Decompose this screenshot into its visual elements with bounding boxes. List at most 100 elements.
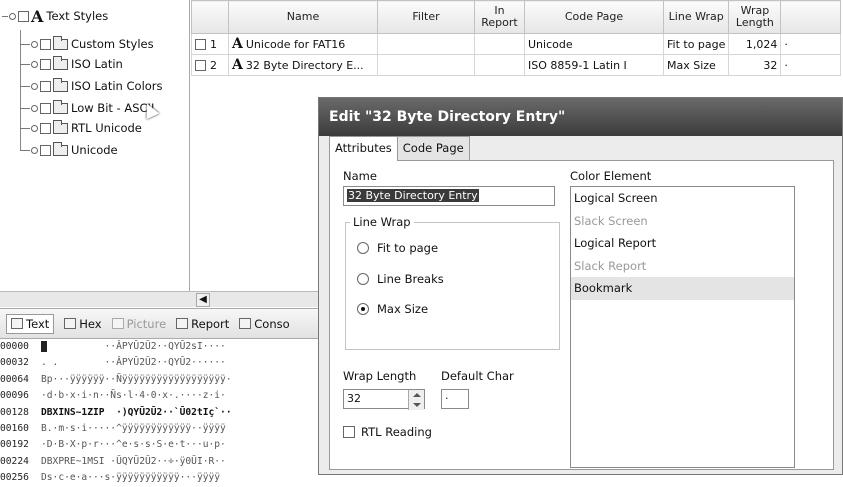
dialog-tabs: Attributes Code Page [329, 136, 470, 161]
tree-item-rtl-unicode[interactable]: RTL Unicode [20, 118, 142, 138]
expand-icon[interactable] [9, 12, 16, 20]
tree-checkbox[interactable] [40, 38, 51, 50]
console-icon [239, 318, 252, 329]
tab-attributes[interactable]: Attributes [329, 136, 398, 161]
table-row[interactable]: 2 A 32 Byte Directory E... ISO 8859-1 Lat… [191, 54, 842, 76]
row-data: DBXPRE~1MSI ·ŪQYŪ2Ū2··÷·ÿ0ŪI·R·· [41, 455, 226, 467]
in-report-cell[interactable] [474, 33, 525, 55]
rtl-reading-checkbox[interactable]: RTL Reading [343, 425, 432, 439]
color-element-list[interactable]: Logical Screen Slack Screen Logical Repo… [570, 186, 795, 468]
radio-label: Line Breaks [377, 272, 444, 286]
wrap-length-cell[interactable]: 1,024 [728, 33, 782, 55]
tree-item-custom-styles[interactable]: Custom Styles [20, 34, 154, 54]
code-page-cell[interactable]: Unicode [524, 33, 664, 55]
tree-item-root[interactable]: A Text Styles [2, 6, 108, 26]
radio-fit-to-page[interactable]: Fit to page [357, 241, 438, 255]
tree-item-label: Custom Styles [71, 37, 154, 51]
line-wrap-cell[interactable]: Fit to page [662, 33, 730, 55]
text-styles-tree: A Text Styles Custom Styles ISO Latin IS… [0, 0, 190, 295]
tab-console[interactable]: Conso [239, 317, 290, 331]
list-item-logical-report[interactable]: Logical Report [571, 232, 794, 255]
tree-connector [2, 15, 8, 17]
name-label: Name [343, 169, 377, 183]
row-number-cell[interactable]: 1 [191, 33, 229, 55]
text-style-icon: A [232, 36, 243, 52]
name-field[interactable]: 32 Byte Directory Entry [343, 186, 555, 206]
tree-checkbox[interactable] [40, 80, 51, 92]
tab-code-page[interactable]: Code Page [396, 136, 470, 160]
tree-checkbox[interactable] [40, 144, 51, 156]
tree-checkbox[interactable] [18, 10, 29, 22]
list-item: 00064 Bp···ÿÿÿÿÿÿ··Ñÿÿÿÿÿÿÿÿÿÿÿÿÿÿÿÿÿÿ· [0, 372, 318, 388]
line-wrap-cell[interactable]: Max Size [662, 54, 730, 76]
tree-connector [20, 107, 30, 109]
tab-label: Text [26, 316, 50, 331]
radio-line-breaks[interactable]: Line Breaks [357, 272, 444, 286]
name-cell[interactable]: A Unicode for FAT16 [228, 33, 378, 55]
list-item: 00096 ·d·b·x·i·n··Ñs·l·4·0·x·.····z·i· [0, 388, 318, 404]
wrap-length-label: Wrap Length [343, 369, 417, 383]
node-icon [31, 60, 38, 68]
radio-circle [357, 273, 369, 285]
list-item-slack-report[interactable]: Slack Report [571, 255, 794, 278]
row-data: B.·m·s·i·····^ÿÿÿÿÿÿÿÿÿÿÿÿ··ÿÿÿÿ [41, 422, 226, 434]
tree-connector [20, 63, 30, 65]
row-data: ··ÂPYŪ2Ū2··QYŪ2sI···· [46, 341, 226, 352]
list-item-logical-screen[interactable]: Logical Screen [571, 187, 794, 210]
folder-icon [53, 141, 68, 156]
in-report-cell[interactable] [474, 54, 525, 76]
tab-report[interactable]: Report [176, 317, 229, 331]
row-data: Bp···ÿÿÿÿÿÿ··Ñÿÿÿÿÿÿÿÿÿÿÿÿÿÿÿÿÿÿ· [41, 373, 232, 385]
tree-item-iso-latin-colors[interactable]: ISO Latin Colors [20, 76, 163, 96]
spin-arrows-icon[interactable] [408, 390, 424, 410]
column-header-in-report[interactable]: In Report [474, 0, 525, 34]
list-item-bookmark[interactable]: Bookmark [571, 277, 794, 300]
table-row[interactable]: 1 A Unicode for FAT16 Unicode Fit to page… [191, 33, 842, 55]
tab-picture[interactable]: Picture [111, 317, 166, 331]
row-data: DBXINS~1ZIP ·)QYŪ2Ū2··`Ū02tIç`·· [41, 406, 232, 418]
column-header-code-page[interactable]: Code Page [524, 0, 664, 34]
offset-label: 00000 [0, 341, 29, 352]
tree-checkbox[interactable] [40, 122, 51, 134]
name-cell[interactable]: A 32 Byte Directory E... [228, 54, 378, 76]
list-item: 00224 DBXPRE~1MSI ·ŪQYŪ2Ū2··÷·ÿ0ŪI·R·· [0, 454, 318, 470]
column-header-line-wrap[interactable]: Line Wrap [662, 0, 730, 34]
column-header-name[interactable]: Name [228, 0, 378, 34]
row-selector-header[interactable] [191, 0, 229, 34]
offset-label: 00096 [0, 390, 29, 402]
list-item: 00160 B.·m·s·i·····^ÿÿÿÿÿÿÿÿÿÿÿÿ··ÿÿÿÿ [0, 421, 318, 437]
text-view[interactable]: 00000 ··ÂPYŪ2Ū2··QYŪ2sI···· 00032 . . ··Â… [0, 339, 318, 487]
dialog-title[interactable]: Edit "32 Byte Directory Entry" [319, 98, 842, 136]
tree-item-iso-latin[interactable]: ISO Latin [20, 54, 123, 74]
wrap-length-stepper[interactable]: 32 [343, 389, 425, 410]
tab-hex[interactable]: Hex [64, 317, 102, 331]
row-checkbox[interactable] [195, 60, 206, 71]
filter-cell[interactable] [377, 54, 475, 76]
filter-cell[interactable] [377, 33, 475, 55]
offset-label: 00128 [0, 406, 29, 418]
horizontal-scrollbar[interactable]: ◀ [0, 291, 318, 307]
wrap-length-cell[interactable]: 32 [728, 54, 782, 76]
wrap-length-value: 32 [347, 392, 361, 405]
code-page-cell[interactable]: ISO 8859-1 Latin I [524, 54, 664, 76]
tree-checkbox[interactable] [40, 102, 51, 114]
node-icon [31, 104, 38, 112]
scroll-left-icon[interactable]: ◀ [196, 293, 210, 307]
column-header-filter[interactable]: Filter [377, 0, 475, 34]
tree-checkbox[interactable] [40, 58, 51, 70]
viewer-tabs: Text Hex Picture Report Conso [0, 309, 318, 339]
list-item: 00032 . . ··ÂPYŪ2Ū2··QYŪ2······ [0, 355, 318, 371]
tree-item-unicode[interactable]: Unicode [20, 140, 118, 160]
tab-text[interactable]: Text [6, 313, 55, 334]
folder-icon [53, 77, 68, 92]
row-checkbox[interactable] [195, 39, 206, 50]
row-number-cell[interactable]: 2 [191, 54, 229, 76]
column-header-wrap-length[interactable]: Wrap Length [728, 0, 782, 34]
color-element-label: Color Element [570, 169, 652, 183]
tree-item-low-bit-ascii[interactable]: Low Bit - ASCII [20, 98, 154, 118]
attributes-panel: Name 32 Byte Directory Entry Line Wrap F… [329, 160, 834, 470]
list-item-slack-screen[interactable]: Slack Screen [571, 210, 794, 233]
default-char-field[interactable]: · [441, 389, 469, 409]
radio-max-size[interactable]: Max Size [357, 302, 428, 316]
folder-icon [53, 35, 68, 50]
